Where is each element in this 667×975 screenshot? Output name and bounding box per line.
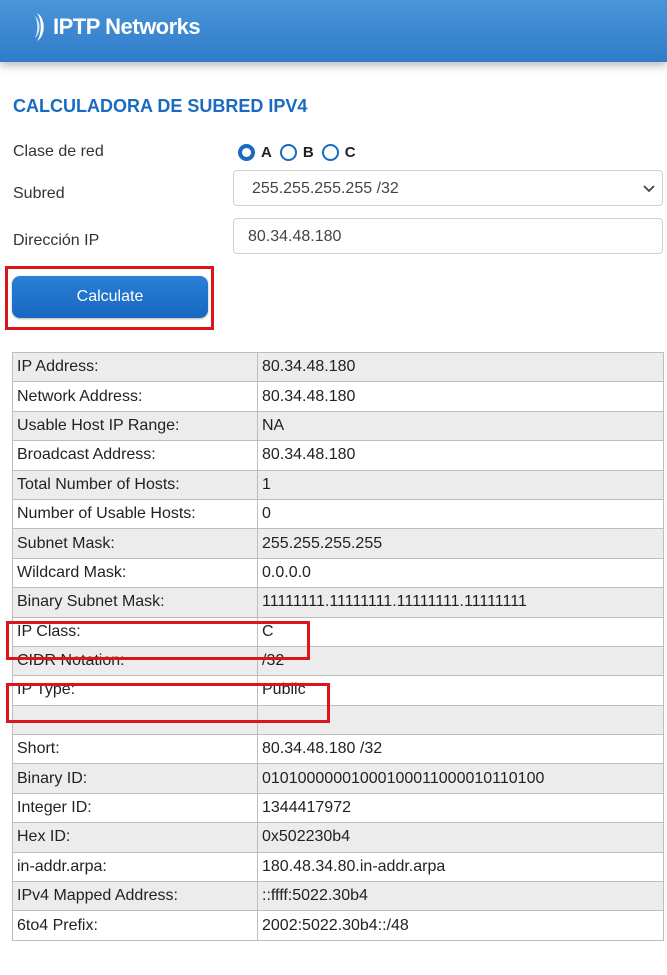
result-key: Wildcard Mask: xyxy=(12,557,258,589)
result-key: Integer ID: xyxy=(12,792,258,824)
result-value: 255.255.255.255 xyxy=(257,528,664,559)
result-key: Broadcast Address: xyxy=(12,440,258,471)
table-row: IP Address: 80.34.48.180 xyxy=(12,351,664,383)
network-class-radio-group: A B C xyxy=(238,142,364,162)
class-c-option[interactable]: C xyxy=(321,143,356,161)
ip-address-value: 80.34.48.180 xyxy=(248,228,342,245)
results-table: IP Address: 80.34.48.180 Network Address: 8… xyxy=(12,351,664,941)
result-key: Hex ID: xyxy=(12,822,258,853)
table-row: Binary ID: 010100000010001000110000101101… xyxy=(12,763,664,794)
result-value: 11111111.11111111.11111111.11111111 xyxy=(257,587,664,618)
result-key: Network Address: xyxy=(12,381,258,412)
result-value: 0x502230b4 xyxy=(257,822,664,853)
table-row: Short: 80.34.48.180 /32 xyxy=(12,734,664,765)
result-key: IP Class: xyxy=(12,616,258,647)
page-title: CALCULADORA DE SUBRED IPV4 xyxy=(13,96,308,116)
table-row: Number of Usable Hosts: 0 xyxy=(12,498,664,530)
result-key: Binary ID: xyxy=(12,763,258,794)
result-value: 1344417972 xyxy=(257,792,664,824)
ip-address-input[interactable]: 80.34.48.180 xyxy=(233,218,663,254)
table-row: IPv4 Mapped Address:::ffff:5022.30b4 xyxy=(12,881,664,912)
table-row: Integer ID: 1344417972 xyxy=(12,792,664,824)
class-c-label: C xyxy=(344,143,356,161)
result-key: 6to4 Prefix: xyxy=(12,910,258,941)
result-value: NA xyxy=(257,410,664,442)
class-b-option[interactable]: B xyxy=(279,143,314,161)
result-value: 1 xyxy=(257,469,664,500)
table-spacer-row xyxy=(12,704,664,736)
subnet-select-value: 255.255.255.255 /32 xyxy=(252,180,399,197)
ip-address-label: Dirección IP xyxy=(13,232,100,249)
result-value: 01010000001000100011000010110100 xyxy=(257,763,664,794)
table-row: Hex ID: 0x502230b4 xyxy=(12,822,664,853)
table-row: Total Number of Hosts: 1 xyxy=(12,469,664,500)
class-b-label: B xyxy=(302,143,314,161)
result-key: IP Address: xyxy=(12,351,258,383)
result-key: IPv4 Mapped Address: xyxy=(12,881,258,912)
result-key: IP Type: xyxy=(12,675,258,706)
logo-text: IPTP Networks xyxy=(53,14,201,39)
class-a-label: A xyxy=(261,143,272,161)
result-value: 80.34.48.180 xyxy=(257,351,664,383)
result-value: 80.34.48.180 xyxy=(257,381,664,412)
table-row: Wildcard Mask: 0.0.0.0 xyxy=(12,557,664,589)
subnet-label: Subred xyxy=(13,185,65,202)
class-b-radio[interactable] xyxy=(279,143,297,161)
result-key: Subnet Mask: xyxy=(12,528,258,559)
result-value: 80.34.48.180 /32 xyxy=(257,734,664,765)
result-value: /32 xyxy=(257,645,664,677)
result-value: C xyxy=(257,616,664,647)
subnet-select[interactable]: 255.255.255.255 /32 xyxy=(233,170,663,206)
network-class-label: Clase de red xyxy=(13,143,104,160)
table-row: CIDR Notation:/32 xyxy=(12,645,664,677)
result-key: Binary Subnet Mask: xyxy=(12,587,258,618)
table-row: IP Class: C xyxy=(12,616,664,647)
class-c-radio[interactable] xyxy=(321,143,339,161)
class-a-option[interactable]: A xyxy=(238,143,272,161)
logo[interactable]: IPTP Networks xyxy=(34,10,201,44)
result-value: 2002:5022.30b4::/48 xyxy=(257,910,664,941)
table-row: Network Address: 80.34.48.180 xyxy=(12,381,664,412)
result-value xyxy=(257,704,664,736)
site-header: IPTP Networks xyxy=(0,0,667,62)
result-key: Number of Usable Hosts: xyxy=(12,498,258,530)
logo-icon xyxy=(35,13,44,41)
calculate-button[interactable]: Calculate xyxy=(12,276,208,318)
chevron-down-icon xyxy=(643,185,655,193)
table-row: Binary Subnet Mask: 11111111.11111111.111… xyxy=(12,587,664,618)
table-row: in-addr.arpa: 180.48.34.80.in-addr.arpa xyxy=(12,851,664,883)
result-key: Total Number of Hosts: xyxy=(12,469,258,500)
table-row: 6to4 Prefix: 2002:5022.30b4::/48 xyxy=(12,910,664,941)
table-row: Subnet Mask: 255.255.255.255 xyxy=(12,528,664,559)
result-key: in-addr.arpa: xyxy=(12,851,258,883)
result-value: 180.48.34.80.in-addr.arpa xyxy=(257,851,664,883)
result-value: 0 xyxy=(257,498,664,530)
result-value: ::ffff:5022.30b4 xyxy=(257,881,664,912)
table-row: Broadcast Address: 80.34.48.180 xyxy=(12,440,664,471)
table-row: Usable Host IP Range: NA xyxy=(12,410,664,442)
result-value: Public xyxy=(257,675,664,706)
result-value: 80.34.48.180 xyxy=(257,440,664,471)
result-key xyxy=(12,704,258,736)
class-a-radio[interactable] xyxy=(238,143,255,161)
result-value: 0.0.0.0 xyxy=(257,557,664,589)
result-key: Short: xyxy=(12,734,258,765)
result-key: Usable Host IP Range: xyxy=(12,410,258,442)
result-key: CIDR Notation: xyxy=(12,645,258,677)
table-row: IP Type: Public xyxy=(12,675,664,706)
